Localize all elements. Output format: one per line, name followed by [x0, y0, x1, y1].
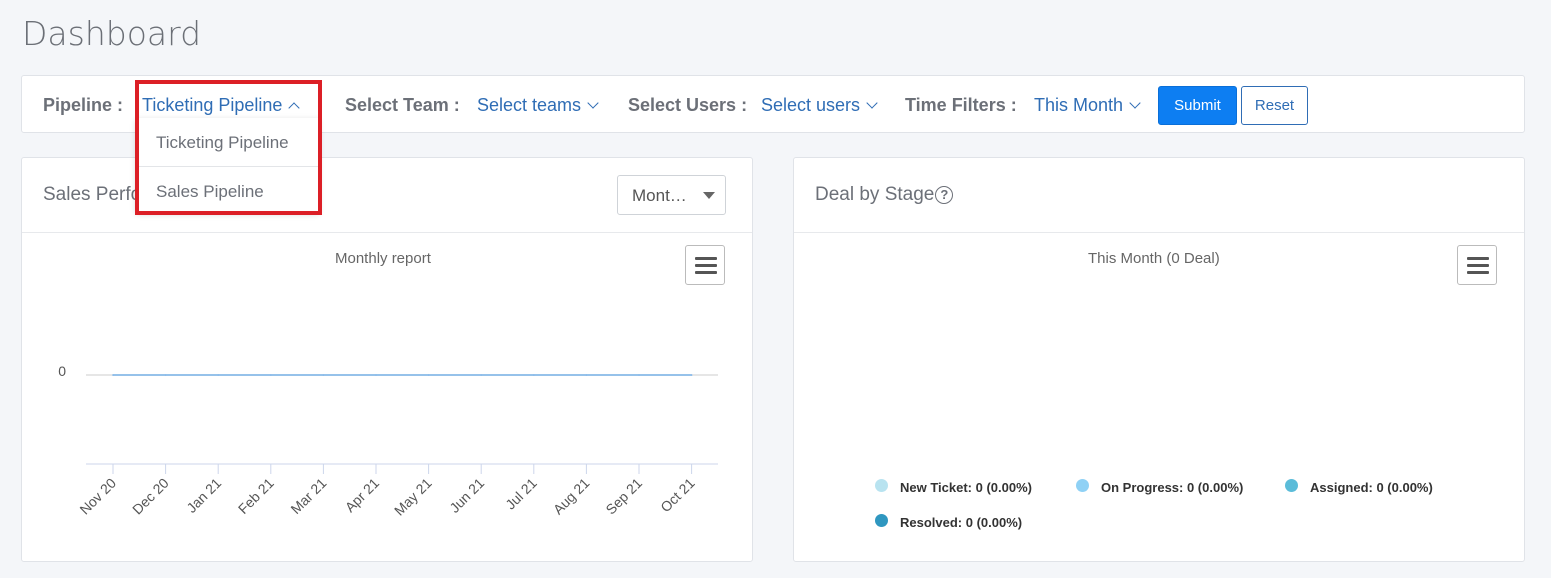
x-tick-label: Mar 21	[287, 475, 329, 517]
legend-item[interactable]: Resolved: 0 (0.00%)	[900, 515, 1022, 530]
x-tick-label: Dec 20	[129, 475, 172, 518]
help-icon[interactable]: ?	[935, 186, 954, 204]
card-title-text: Deal by Stage	[815, 184, 935, 205]
page-title: Dashboard	[22, 14, 202, 53]
time-filter-label: Time Filters :	[905, 95, 1017, 115]
x-tick-label: Sep 21	[602, 475, 645, 518]
users-select-value: Select users	[761, 95, 861, 115]
series-point	[217, 374, 219, 376]
series-point	[270, 374, 272, 376]
monthly-report-chart: 0 Nov 20 Dec 20 Jan 21 Feb 21 Mar 21 Apr 21 May…	[58, 363, 718, 519]
period-select-value: Mont…	[632, 186, 687, 205]
card-title: Deal by Stage?	[815, 184, 954, 206]
x-tick-label: Jan 21	[183, 475, 224, 516]
period-select[interactable]: Mont…	[617, 175, 726, 215]
card-title: Sales Perfo	[43, 184, 142, 205]
legend-item[interactable]: Assigned: 0 (0.00%)	[1310, 480, 1433, 495]
highlight-box	[135, 80, 322, 215]
series-point	[322, 374, 325, 376]
hamburger-bar	[1467, 271, 1489, 274]
x-tick-label: Apr 21	[342, 475, 383, 516]
time-filter-select[interactable]: This Month	[1034, 95, 1141, 116]
card-header: Sales Perfo Mont…	[22, 158, 752, 233]
team-label: Select Team :	[345, 95, 460, 115]
chart-menu-button[interactable]	[1457, 245, 1497, 285]
card-header: Deal by Stage?	[794, 158, 1524, 233]
series-point	[480, 374, 483, 376]
caret-down-icon	[703, 192, 715, 199]
x-tick-label: Jun 21	[446, 475, 487, 516]
series-point	[112, 374, 114, 376]
x-tick-label: Oct 21	[657, 475, 698, 516]
users-label: Select Users :	[628, 95, 748, 115]
chevron-down-icon	[587, 97, 599, 109]
series-point	[164, 374, 167, 376]
x-tick-label: Aug 21	[550, 475, 593, 518]
chevron-down-icon	[866, 97, 878, 109]
x-tick-label: May 21	[391, 475, 435, 519]
chevron-down-icon	[1129, 97, 1141, 109]
legend-item[interactable]: New Ticket: 0 (0.00%)	[900, 480, 1032, 495]
deal-by-stage-card: Deal by Stage? This Month (0 Deal) New T…	[793, 157, 1525, 562]
time-filter-value: This Month	[1034, 95, 1124, 115]
sales-performance-card: Sales Perfo Mont… Monthly report 0 Nov 20…	[21, 157, 753, 562]
series-point	[638, 374, 640, 376]
hamburger-bar	[1467, 264, 1489, 267]
team-select-value: Select teams	[477, 95, 582, 115]
series-point	[533, 374, 535, 376]
series-point	[375, 374, 377, 376]
x-tick-label: Jul 21	[502, 475, 540, 513]
x-tick-label: Feb 21	[235, 475, 277, 517]
legend-item[interactable]: On Progress: 0 (0.00%)	[1101, 480, 1243, 495]
series-point	[427, 374, 430, 376]
legend-dot	[875, 479, 888, 492]
legend-dot	[1285, 479, 1298, 492]
pipeline-label: Pipeline :	[43, 95, 124, 115]
legend-dot	[875, 514, 888, 527]
series-point	[585, 374, 588, 376]
submit-button[interactable]: Submit	[1158, 86, 1237, 125]
users-select[interactable]: Select users	[761, 95, 878, 116]
hamburger-menu-icon	[1467, 257, 1489, 260]
series-point	[690, 374, 693, 376]
chart-title: This Month (0 Deal)	[1088, 250, 1220, 267]
reset-button[interactable]: Reset	[1241, 86, 1308, 125]
legend-dot	[1076, 479, 1089, 492]
y-tick-label: 0	[58, 363, 66, 379]
team-select[interactable]: Select teams	[477, 95, 599, 116]
x-tick-label: Nov 20	[76, 475, 119, 518]
